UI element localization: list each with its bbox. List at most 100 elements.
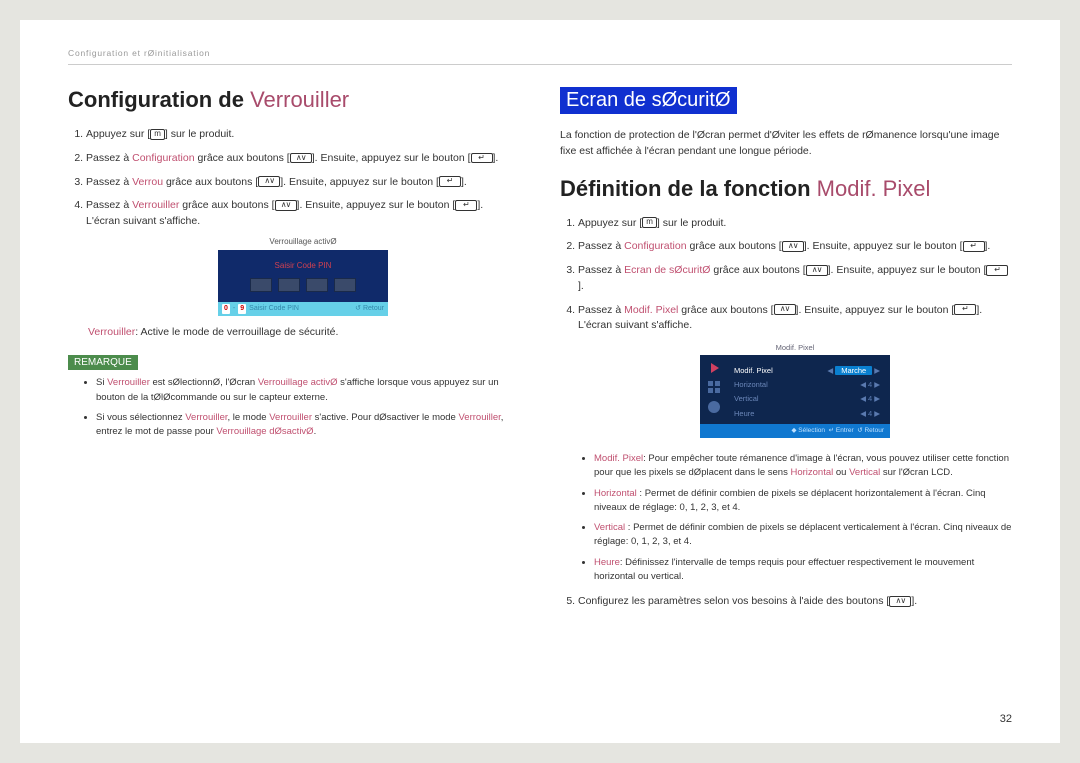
- step-2: Passez à Configuration grâce aux boutons…: [86, 151, 520, 167]
- text: grâce aux boutons [: [163, 176, 258, 188]
- enter-icon: ↵: [954, 304, 976, 315]
- remark-2: Si vous sélectionnez Verrouiller, le mod…: [96, 411, 520, 440]
- heading-pixel-shift: Définition de la fonction Modif. Pixel: [560, 176, 1012, 202]
- text: Passez à: [578, 264, 624, 276]
- text: ] sur le produit.: [165, 128, 234, 140]
- text: ]. Ensuite, appuyez sur le bouton [: [828, 264, 987, 276]
- kw: Verrouillage dØsactivØ: [216, 426, 313, 437]
- kw: Verrouiller: [107, 377, 150, 388]
- num-0: 0: [222, 304, 230, 315]
- text: Passez à: [86, 152, 132, 164]
- text: Appuyez sur [: [578, 217, 642, 229]
- text: Passez à: [86, 176, 132, 188]
- foot-ent: Entrer: [836, 427, 854, 434]
- remark-1: Si Verrouiller est sØlectionnØ, l'Øcran …: [96, 376, 520, 405]
- left-column: Configuration de Verrouiller Appuyez sur…: [68, 87, 520, 618]
- pin-screenshot: Verrouillage activØ Saisir Code PIN: [218, 236, 388, 317]
- text: grâce aux boutons [: [710, 264, 805, 276]
- pin-box: [250, 278, 272, 292]
- pin-footer: 0-9 Saisir Code PIN ↺ Retour: [218, 302, 388, 317]
- text: ].: [578, 280, 584, 292]
- pin-boxes: [226, 278, 380, 292]
- updown-icon: ∧∨: [290, 153, 312, 164]
- step-1: Appuyez sur [m] sur le produit.: [578, 216, 1012, 232]
- step-2: Passez à Configuration grâce aux boutons…: [578, 239, 1012, 255]
- text: Passez à: [578, 240, 624, 252]
- enter-icon: ↵: [439, 176, 461, 187]
- remarks-list: Si Verrouiller est sØlectionnØ, l'Øcran …: [68, 376, 520, 439]
- updown-icon: ∧∨: [782, 241, 804, 252]
- updown-icon: ∧∨: [774, 304, 796, 315]
- h2-main: Définition de la fonction: [560, 176, 817, 201]
- text: Configurez les paramètres selon vos beso…: [578, 595, 889, 607]
- document-page: Configuration et rØinitialisation Config…: [20, 20, 1060, 743]
- text: ou: [833, 467, 849, 478]
- bullet-vertical: Vertical : Permet de définir combien de …: [594, 521, 1012, 550]
- text: ]. Ensuite, appuyez sur le bouton [: [796, 304, 955, 316]
- text: Si vous sélectionnez: [96, 412, 185, 423]
- row-name: Horizontal: [734, 379, 768, 390]
- menu-icon: m: [150, 129, 165, 140]
- text: Passez à: [86, 199, 132, 211]
- text: ]. Ensuite, appuyez sur le bouton [: [312, 152, 471, 164]
- lock-steps: Appuyez sur [m] sur le produit. Passez à…: [68, 127, 520, 316]
- return-label: Retour: [363, 305, 384, 312]
- text: , le mode: [228, 412, 270, 423]
- pixel-bullets: Modif. Pixel: Pour empêcher toute rémane…: [560, 452, 1012, 584]
- kw-configuration: Configuration: [624, 240, 686, 252]
- updown-icon: ∧∨: [806, 265, 828, 276]
- text: Appuyez sur [: [86, 128, 150, 140]
- heading-lock-config: Configuration de Verrouiller: [68, 87, 520, 113]
- lock-caption: Verrouiller: Active le mode de verrouill…: [88, 326, 520, 338]
- step-3: Passez à Verrou grâce aux boutons [∧∨]. …: [86, 175, 520, 191]
- right-column: Ecran de sØcuritØ La fonction de protect…: [560, 87, 1012, 618]
- remark-badge: REMARQUE: [68, 355, 138, 370]
- kw-verrouiller: Verrouiller: [88, 326, 135, 338]
- updown-icon: ∧∨: [275, 200, 297, 211]
- bullet-horizontal: Horizontal : Permet de définir combien d…: [594, 487, 1012, 516]
- text: grâce aux boutons [: [678, 304, 773, 316]
- kw: Vertical: [594, 522, 625, 533]
- text: ].: [461, 176, 467, 188]
- row-name: Vertical: [734, 393, 759, 404]
- step-5: Configurez les paramètres selon vos beso…: [578, 594, 1012, 610]
- text: : Permet de définir combien de pixels se…: [594, 488, 986, 513]
- enter-icon: ↵: [455, 200, 477, 211]
- gear-icon: [708, 401, 720, 413]
- h2-accent: Modif. Pixel: [817, 176, 931, 201]
- kw: Verrouiller: [269, 412, 312, 423]
- foot-ret: Retour: [864, 427, 884, 434]
- enter-icon: ↵: [986, 265, 1008, 276]
- kw: Verrouiller: [185, 412, 227, 423]
- step-4: Passez à Modif. Pixel grâce aux boutons …: [578, 303, 1012, 439]
- kw-verrou: Verrou: [132, 176, 163, 188]
- pin-box: [334, 278, 356, 292]
- text: grâce aux boutons [: [179, 199, 274, 211]
- text: sur l'Øcran LCD.: [880, 467, 953, 478]
- pin-box: [306, 278, 328, 292]
- caption-text: : Active le mode de verrouillage de sécu…: [135, 326, 338, 338]
- intro-text: La fonction de protection de l'Øcran per…: [560, 128, 1012, 160]
- row-name: Heure: [734, 408, 754, 419]
- bullet-heure: Heure: Définissez l'intervalle de temps …: [594, 556, 1012, 585]
- mp-row-modif-pixel: Modif. Pixel ◀Marche▶: [734, 363, 882, 377]
- mp-row-heure: Heure ◀4▶: [734, 406, 882, 420]
- breadcrumb: Configuration et rØinitialisation: [68, 48, 1012, 65]
- text: Passez à: [578, 304, 624, 316]
- kw: Modif. Pixel: [594, 453, 643, 464]
- enter-icon: ↵: [963, 241, 985, 252]
- updown-icon: ∧∨: [889, 596, 911, 607]
- kw-verrouiller: Verrouiller: [132, 199, 179, 211]
- grid-icon: [708, 381, 720, 393]
- mp-title: Modif. Pixel: [700, 342, 890, 353]
- kw-security-screen: Ecran de sØcuritØ: [624, 264, 710, 276]
- two-column-layout: Configuration de Verrouiller Appuyez sur…: [68, 87, 1012, 618]
- kw-modif-pixel: Modif. Pixel: [624, 304, 678, 316]
- kw: Verrouiller: [459, 412, 501, 423]
- kw: Verrouillage activØ: [258, 377, 338, 388]
- pin-title: Verrouillage activØ: [218, 236, 388, 248]
- step-4: Passez à Verrouiller grâce aux boutons […: [86, 198, 520, 316]
- kw: Horizontal: [594, 488, 637, 499]
- mp-icons: [708, 363, 726, 420]
- text: grâce aux boutons [: [195, 152, 290, 164]
